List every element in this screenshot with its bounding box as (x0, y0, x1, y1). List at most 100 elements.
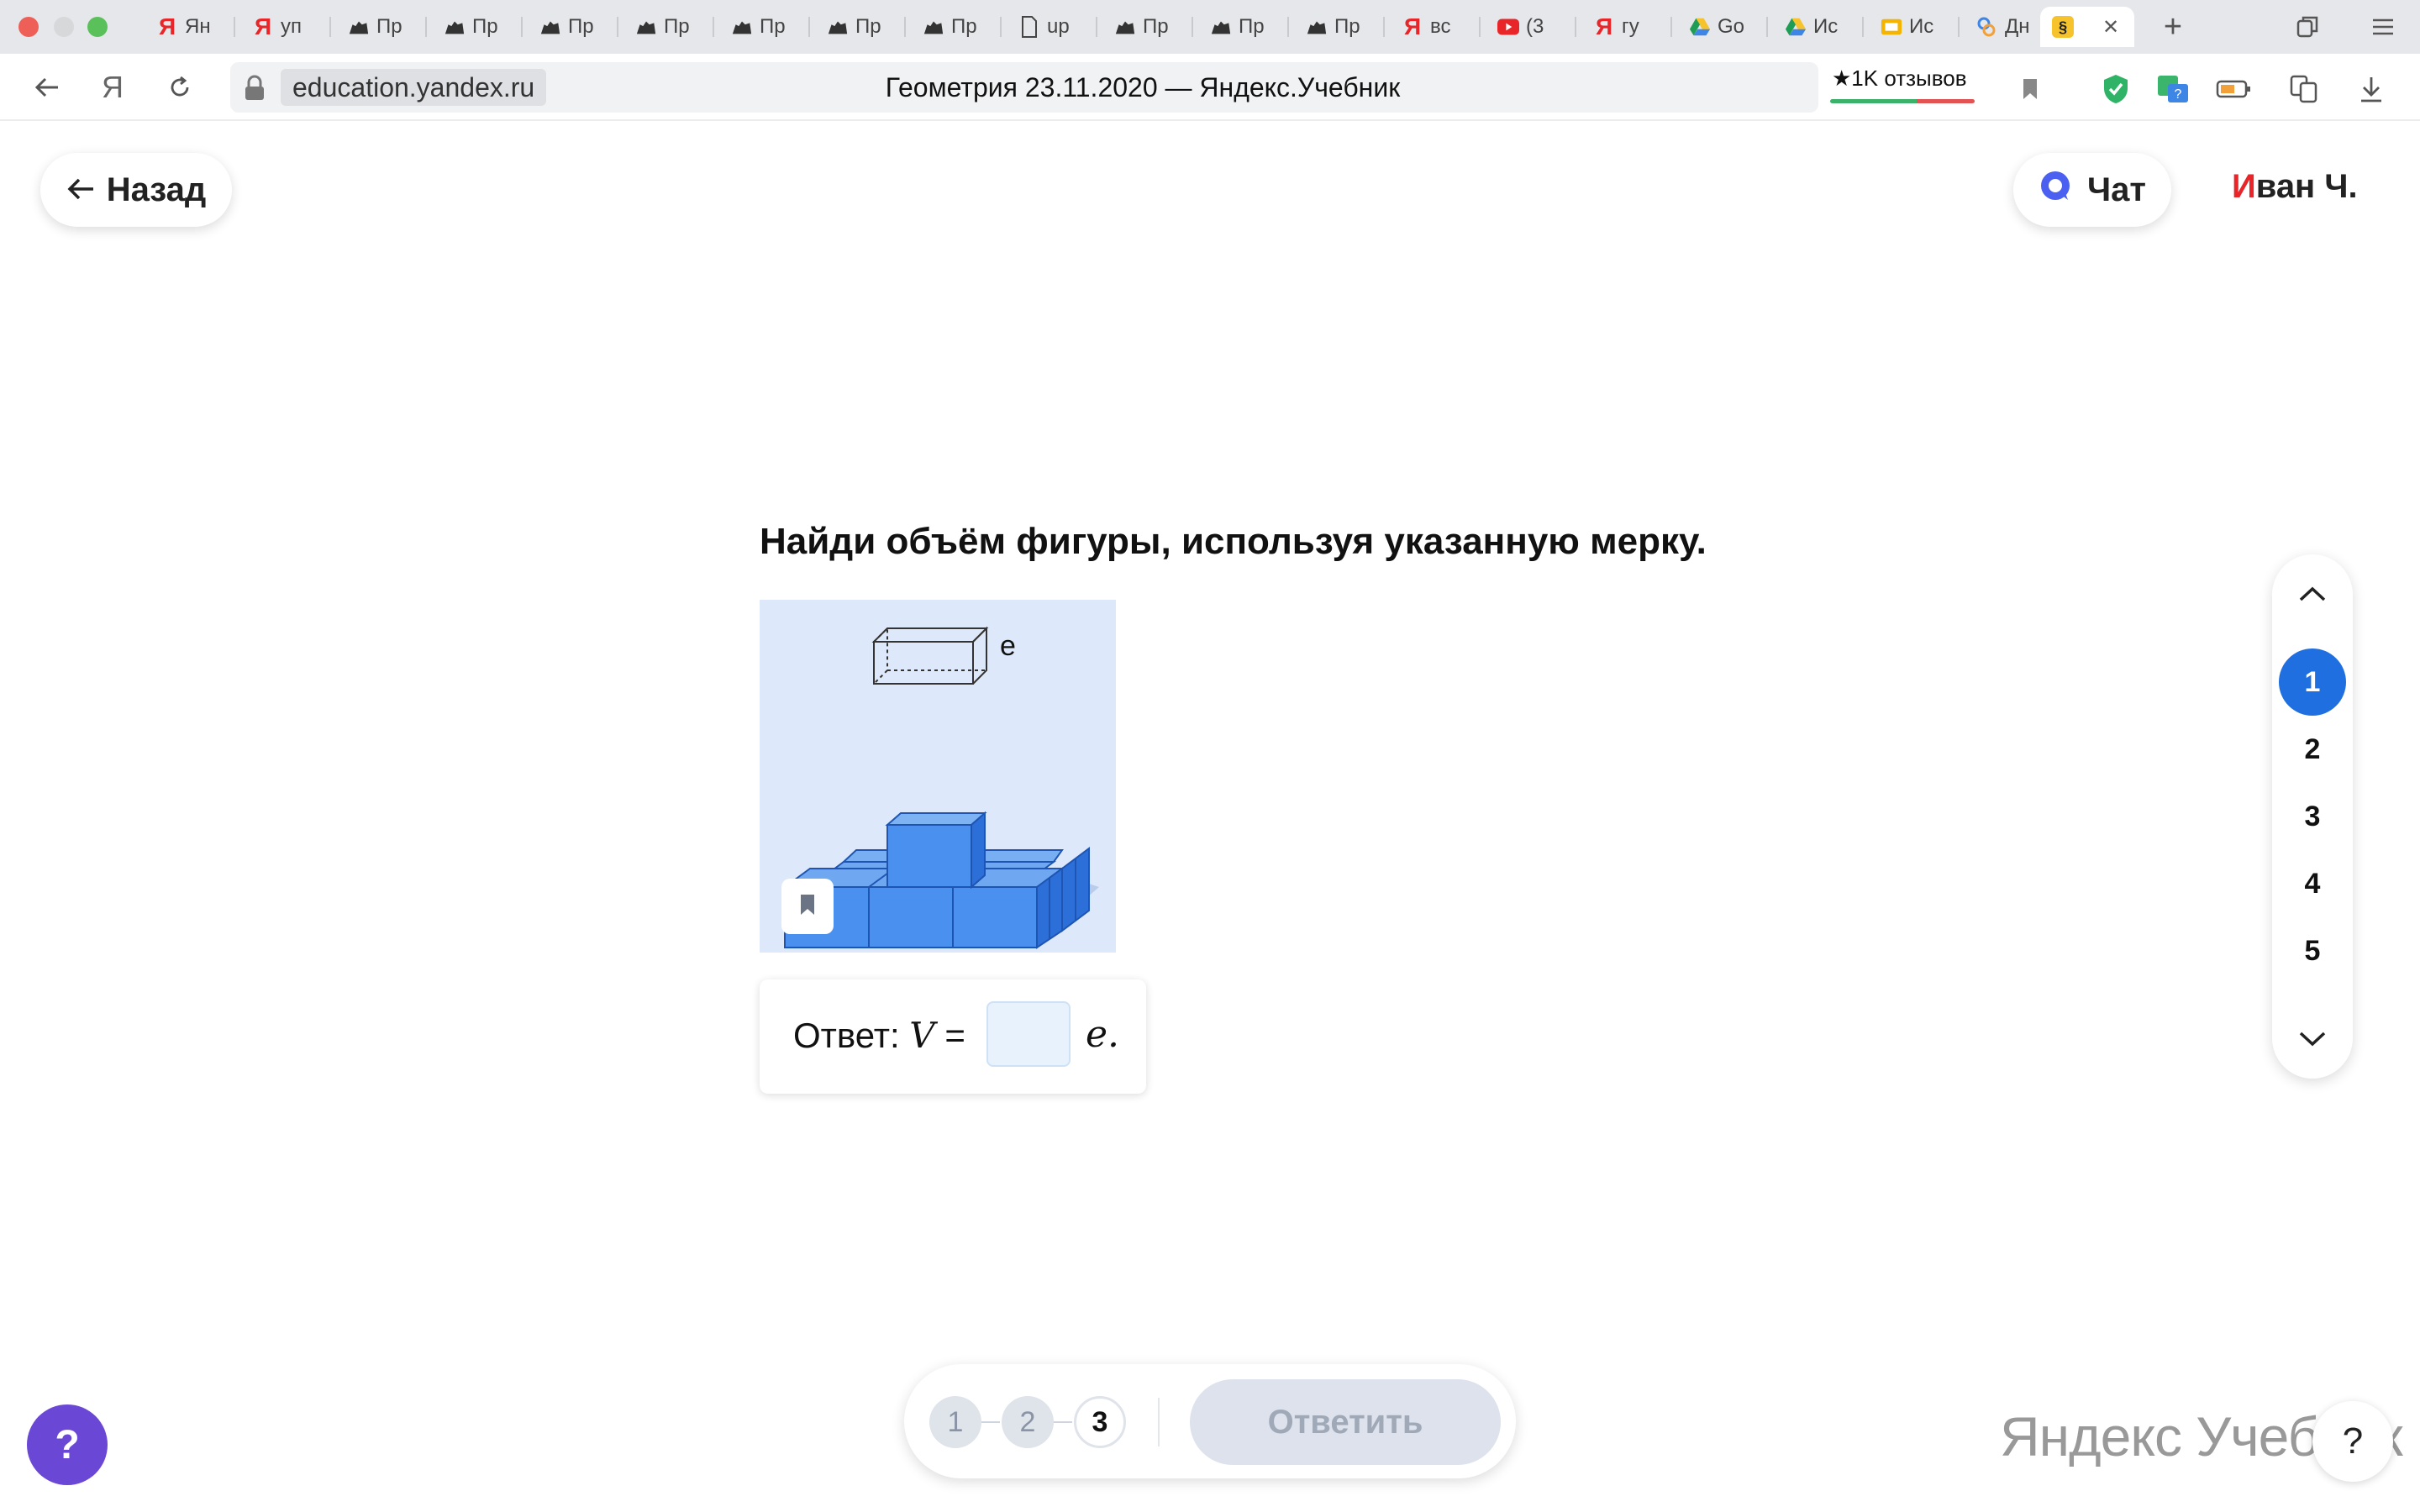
svg-text:§: § (2059, 18, 2067, 36)
user-name[interactable]: Иван Ч. (2232, 168, 2358, 206)
pager-item-4[interactable]: 4 (2279, 850, 2346, 917)
browser-tab[interactable]: Пр (524, 7, 618, 47)
back-arrow-icon[interactable] (29, 69, 66, 106)
answer-prefix: Ответ: (793, 1016, 900, 1055)
document-icon (1018, 16, 1040, 38)
browser-tab[interactable]: Go (1674, 7, 1768, 47)
divider (1158, 1398, 1160, 1446)
tab-strip: Я Ян Я уп Пр Пр Пр Пр Пр Пр Пр up Пр Пр … (0, 0, 2420, 54)
chat-button[interactable]: Чат (2013, 153, 2171, 227)
chevron-up-icon[interactable] (2287, 573, 2338, 615)
section-icon: § (2052, 16, 2074, 38)
address-domain[interactable]: education.yandex.ru (281, 69, 547, 106)
measure-box (871, 626, 989, 685)
brand-first: Яндекс (2000, 1405, 2182, 1467)
bookmark-task-button[interactable] (781, 879, 834, 934)
youtube-icon (1497, 16, 1519, 38)
submit-answer-button[interactable]: Ответить (1190, 1379, 1501, 1465)
bear-icon (923, 16, 944, 38)
menu-icon[interactable] (2365, 8, 2402, 45)
browser-tab[interactable]: Пр (429, 7, 523, 47)
browser-tab[interactable]: Я Ян (141, 7, 235, 47)
bear-icon (539, 16, 561, 38)
reload-icon[interactable] (161, 69, 198, 106)
chevron-down-icon[interactable] (2287, 1018, 2338, 1060)
pager-item-1[interactable]: 1 (2279, 648, 2346, 716)
task-title: Найди объём фигуры, используя указанную … (760, 521, 1707, 562)
bear-icon (1114, 16, 1136, 38)
answer-variable: V (909, 1015, 935, 1056)
browser-tab[interactable]: Я уп (237, 7, 331, 47)
bear-icon (1306, 16, 1328, 38)
attempts-bar: 1 2 3 Ответить (904, 1364, 1516, 1478)
bear-icon (635, 16, 657, 38)
extension-icon[interactable]: ? (2154, 71, 2191, 108)
bear-icon (1210, 16, 1232, 38)
browser-tab[interactable]: Пр (620, 7, 714, 47)
yandex-icon: Я (1595, 13, 1613, 39)
svg-text:?: ? (2175, 87, 2182, 102)
browser-tab[interactable]: Пр (1195, 7, 1289, 47)
reviews-badge[interactable]: ★1K отзывов (1832, 66, 1967, 92)
battery-icon[interactable] (2215, 71, 2252, 108)
browser-tab[interactable]: Я вс (1386, 7, 1481, 47)
answer-input[interactable] (986, 1001, 1071, 1067)
address-page-title[interactable]: Геометрия 23.11.2020 — Яндекс.Учебник (840, 69, 1445, 106)
new-tab-button[interactable]: + (2154, 8, 2191, 45)
browser-tab-active[interactable]: § ✕ (2040, 7, 2134, 47)
user-name-rest: ван Ч. (2255, 168, 2358, 205)
close-window-button[interactable] (18, 17, 39, 37)
download-icon[interactable] (2353, 71, 2390, 108)
user-initial: И (2232, 168, 2256, 205)
bear-icon (444, 16, 466, 38)
help-button[interactable]: ? (27, 1404, 108, 1485)
google-drive-icon (1785, 16, 1807, 38)
bear-icon (348, 16, 370, 38)
maximize-window-button[interactable] (87, 17, 108, 37)
back-button-label: Назад (106, 171, 207, 208)
bear-icon (731, 16, 753, 38)
browser-tab[interactable]: Пр (333, 7, 427, 47)
bookmark-page-icon[interactable] (2012, 71, 2049, 108)
bear-icon (827, 16, 849, 38)
slides-icon (1881, 16, 1902, 38)
yandex-icon: Я (1403, 13, 1422, 39)
translate-icon[interactable] (2286, 71, 2323, 108)
shield-icon[interactable] (2097, 71, 2134, 108)
chat-button-label: Чат (2087, 171, 2146, 208)
browser-tab[interactable]: (3 (1482, 7, 1576, 47)
yandex-icon: Я (158, 13, 176, 39)
reviews-rating-bar (1830, 99, 1975, 103)
browser-tab[interactable]: Пр (716, 7, 810, 47)
yandex-home-icon[interactable]: Я (94, 69, 131, 106)
back-button[interactable]: Назад (40, 153, 232, 227)
close-tab-icon[interactable]: ✕ (2102, 15, 2119, 39)
measure-label: e (1000, 630, 1016, 662)
chat-bubble-icon (2039, 169, 2072, 211)
answer-card: Ответ: V = e. (760, 979, 1146, 1094)
browser-tab[interactable]: Ис (1770, 7, 1864, 47)
minimize-window-button[interactable] (54, 17, 74, 37)
browser-tab[interactable]: up (1003, 7, 1097, 47)
pager-item-5[interactable]: 5 (2279, 917, 2346, 984)
address-bar-row: Я education.yandex.ru Геометрия 23.11.20… (0, 54, 2420, 121)
browser-tab[interactable]: Я гу (1578, 7, 1672, 47)
lock-icon[interactable] (242, 74, 267, 102)
browser-tab[interactable]: Пр (908, 7, 1002, 47)
browser-tab[interactable]: Пр (812, 7, 906, 47)
tabs-overview-icon[interactable] (2289, 8, 2326, 45)
answer-label: Ответ: V = (793, 1015, 965, 1056)
bookmark-icon (798, 893, 817, 921)
pager-item-3[interactable]: 3 (2279, 783, 2346, 850)
attempt-connector (1054, 1421, 1072, 1423)
help-corner-button[interactable]: ? (2312, 1401, 2393, 1482)
attempt-connector (981, 1421, 1000, 1423)
browser-tab[interactable]: Пр (1291, 7, 1385, 47)
pager-item-2[interactable]: 2 (2279, 716, 2346, 783)
attempt-1: 1 (929, 1396, 981, 1448)
attempt-3: 3 (1074, 1396, 1126, 1448)
yandex-icon: Я (254, 13, 272, 39)
browser-tab[interactable]: Пр (1099, 7, 1193, 47)
browser-tab[interactable]: Ис (1865, 7, 1960, 47)
arrow-left-icon (66, 171, 95, 209)
